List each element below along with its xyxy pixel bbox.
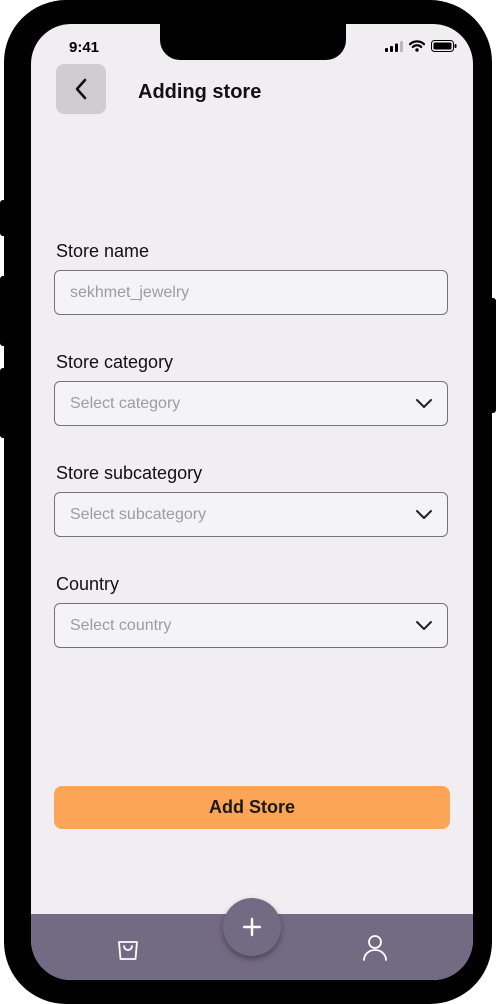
store-category-label: Store category	[56, 352, 174, 372]
country-label: Country	[56, 574, 120, 594]
user-icon[interactable]	[362, 933, 388, 961]
screen: 9:41 Adding store Store name sekhmet_jew…	[31, 24, 473, 980]
status-time: 9:41	[69, 39, 100, 56]
store-subcategory-select[interactable]: Select subcategory	[54, 492, 448, 537]
store-category-placeholder: Select category	[70, 394, 181, 412]
store-subcategory-placeholder: Select subcategory	[70, 505, 207, 523]
chevron-left-icon	[75, 78, 87, 100]
battery-icon	[431, 40, 457, 52]
store-subcategory-label: Store subcategory	[56, 463, 203, 483]
store-category-select[interactable]: Select category	[54, 381, 448, 426]
back-button[interactable]	[56, 64, 106, 114]
country-select[interactable]: Select country	[54, 603, 448, 648]
chevron-down-icon	[416, 399, 432, 408]
wifi-icon	[409, 40, 425, 52]
phone-frame: 9:41 Adding store Store name sekhmet_jew…	[4, 0, 492, 1004]
add-store-button[interactable]: Add Store	[54, 786, 450, 829]
shopping-bag-icon[interactable]	[116, 935, 140, 961]
plus-icon	[242, 917, 262, 937]
notch	[160, 24, 346, 60]
signal-icon	[385, 40, 403, 52]
chevron-down-icon	[416, 621, 432, 630]
country-placeholder: Select country	[70, 616, 172, 634]
store-name-value: sekhmet_jewelry	[70, 283, 190, 301]
add-fab-button[interactable]	[223, 898, 281, 956]
store-name-label: Store name	[56, 241, 150, 261]
status-icons	[385, 40, 457, 52]
phone-mockup: 9:41 Adding store Store name sekhmet_jew…	[0, 0, 496, 1004]
chevron-down-icon	[416, 510, 432, 519]
page-title: Adding store	[138, 81, 262, 103]
store-name-input[interactable]: sekhmet_jewelry	[54, 270, 448, 315]
